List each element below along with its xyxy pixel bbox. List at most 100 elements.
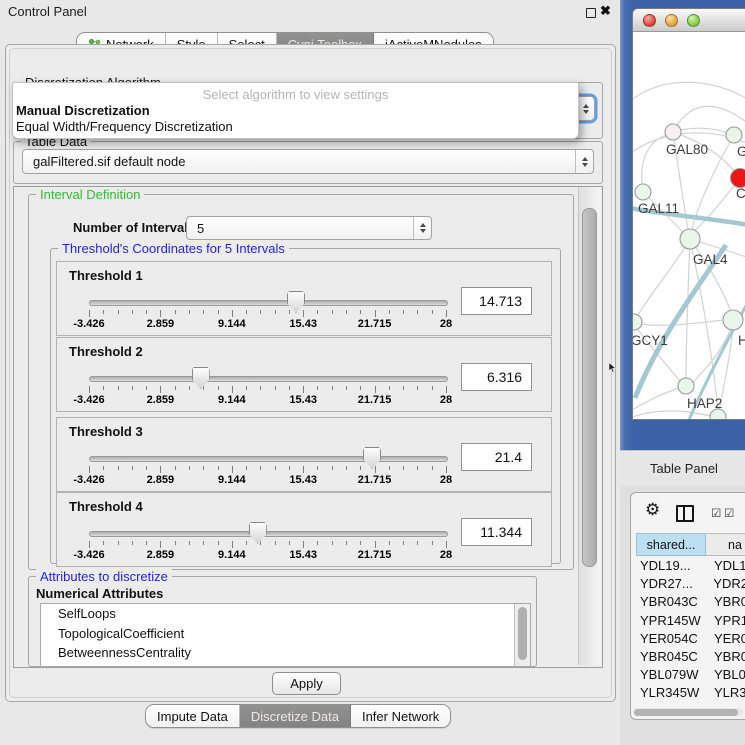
slider-tick	[118, 386, 119, 390]
slider-tick	[446, 386, 447, 393]
slider-tick	[417, 541, 418, 545]
slider-tick	[432, 541, 433, 545]
slider-tick	[189, 310, 190, 314]
table-row[interactable]: YLR345WYLR3	[636, 684, 745, 702]
minimize-light[interactable]	[665, 14, 678, 27]
horizontal-scrollbar-thumb[interactable]	[634, 709, 738, 716]
zoom-light[interactable]	[687, 14, 700, 27]
slider-tick	[417, 466, 418, 470]
network-node[interactable]	[710, 409, 726, 420]
slider-tick	[346, 466, 347, 470]
list-scrollbar-track[interactable]	[514, 604, 530, 666]
network-node[interactable]	[723, 310, 743, 330]
combo-stepper-icon	[413, 217, 431, 239]
slider-tick	[89, 541, 90, 548]
table-data-combobox[interactable]: galFiltered.sif default node	[22, 149, 594, 174]
numerical-attributes-list[interactable]: SelfLoopsTopologicalCoefficientBetweenne…	[40, 603, 531, 667]
checkbox-icon[interactable]: ☑	[724, 506, 734, 520]
slider-tick-label: 21.715	[345, 318, 405, 330]
table-cell-shared-name: YLR345W	[636, 684, 712, 702]
network-node[interactable]	[665, 124, 681, 140]
numerical-attribute-item[interactable]: SelfLoops	[41, 604, 530, 624]
popup-item-equal-width-frequency[interactable]: Equal Width/Frequency Discretization	[16, 119, 233, 134]
horizontal-scrollbar-track[interactable]	[633, 708, 743, 716]
list-scrollbar-thumb[interactable]	[518, 607, 527, 660]
network-node[interactable]	[731, 169, 745, 188]
threshold-slider-track[interactable]	[89, 531, 448, 537]
slider-tick-label: -3.426	[59, 549, 119, 561]
threshold-slider-track[interactable]	[89, 376, 448, 382]
vertical-scrollbar-thumb[interactable]	[582, 208, 597, 567]
threshold-slider-thumb[interactable]	[249, 522, 267, 544]
slider-tick	[303, 466, 304, 473]
tab-infer-network[interactable]: Infer Network	[351, 705, 450, 727]
table-row[interactable]: YIL052CYIL0	[636, 703, 745, 708]
algorithm-dropdown-popup: Select algorithm to view settings Manual…	[12, 82, 579, 139]
combo-stepper-icon	[575, 150, 593, 173]
threshold-value-field[interactable]: 6.316	[461, 363, 532, 391]
numerical-attribute-item[interactable]: BetweennessCentrality	[41, 643, 530, 663]
threshold-value-field[interactable]: 21.4	[461, 443, 532, 471]
threshold-slider-thumb[interactable]	[363, 447, 381, 469]
slider-tick	[232, 466, 233, 473]
tab-impute-data[interactable]: Impute Data	[146, 705, 240, 727]
columns-icon[interactable]	[676, 505, 694, 522]
column-header-shared-name[interactable]: shared...	[636, 533, 706, 556]
slider-tick-label: 15.43	[273, 318, 333, 330]
window-titlebar[interactable]	[633, 9, 745, 32]
slider-tick	[360, 386, 361, 390]
table-row[interactable]: YBL079WYBL0	[636, 666, 745, 684]
checkbox-icon[interactable]: ☑	[711, 506, 721, 520]
network-node[interactable]	[680, 229, 700, 249]
slider-tick-label: -3.426	[59, 474, 119, 486]
network-node-label: GAL80	[666, 142, 708, 157]
network-edge	[633, 82, 745, 102]
threshold-slider-track[interactable]	[89, 456, 448, 462]
slider-tick	[203, 541, 204, 545]
table-row[interactable]: YER054CYER0	[636, 630, 745, 648]
float-window-icon[interactable]	[586, 8, 596, 18]
slider-tick	[389, 541, 390, 545]
slider-tick	[332, 466, 333, 470]
network-node[interactable]	[726, 127, 742, 143]
slider-tick-label: 15.43	[273, 394, 333, 406]
threshold-slider-track[interactable]	[89, 300, 448, 306]
column-header-name[interactable]: na	[706, 533, 745, 556]
number-of-intervals-combobox[interactable]: 5	[186, 216, 432, 240]
network-node[interactable]	[678, 378, 694, 394]
close-icon[interactable]: ✖	[600, 3, 611, 19]
popup-item-manual-discretization[interactable]: Manual Discretization	[16, 103, 150, 118]
slider-tick	[346, 541, 347, 545]
numerical-attribute-item[interactable]: TopologicalCoefficient	[41, 624, 530, 644]
table-row[interactable]: YPR145WYPR1	[636, 612, 745, 630]
threshold-value-field[interactable]: 11.344	[461, 518, 532, 546]
slider-tick	[218, 541, 219, 545]
network-node-label: C	[736, 186, 745, 201]
slider-tick-label: 28	[416, 474, 476, 486]
slider-tick	[303, 541, 304, 548]
combo-text: galFiltered.sif default node	[23, 154, 575, 169]
close-light[interactable]	[643, 14, 656, 27]
threshold-slider-thumb[interactable]	[192, 367, 210, 389]
network-node[interactable]	[635, 184, 651, 200]
threshold-panel: Threshold 1-3.4262.8599.14415.4321.71528…	[56, 261, 552, 336]
numerical-attributes-label: Numerical Attributes	[36, 586, 163, 601]
network-node[interactable]	[633, 314, 642, 330]
slider-tick	[132, 466, 133, 470]
table-cell-shared-name: YPR145W	[636, 612, 712, 630]
table-row[interactable]: YDR27...YDR2	[636, 575, 745, 593]
table-row[interactable]: YDL19...YDL1	[636, 557, 745, 575]
table-cell-name: YBR0	[712, 648, 745, 666]
slider-tick	[417, 386, 418, 390]
table-row[interactable]: YBR043CYBR0	[636, 593, 745, 611]
slider-tick-label: 2.859	[130, 474, 190, 486]
gear-icon[interactable]: ⚙	[645, 501, 660, 518]
slider-tick	[260, 386, 261, 390]
apply-button[interactable]: Apply	[272, 672, 341, 695]
table-row[interactable]: YBR045CYBR0	[636, 648, 745, 666]
threshold-label: Threshold 2	[69, 344, 143, 359]
network-canvas[interactable]: GAL80GACGAL11GAL4GCY1HHAP2	[633, 32, 745, 420]
tab-discretize-data[interactable]: Discretize Data	[240, 705, 351, 727]
tab-label: Impute Data	[157, 709, 228, 724]
threshold-value-field[interactable]: 14.713	[461, 287, 532, 315]
